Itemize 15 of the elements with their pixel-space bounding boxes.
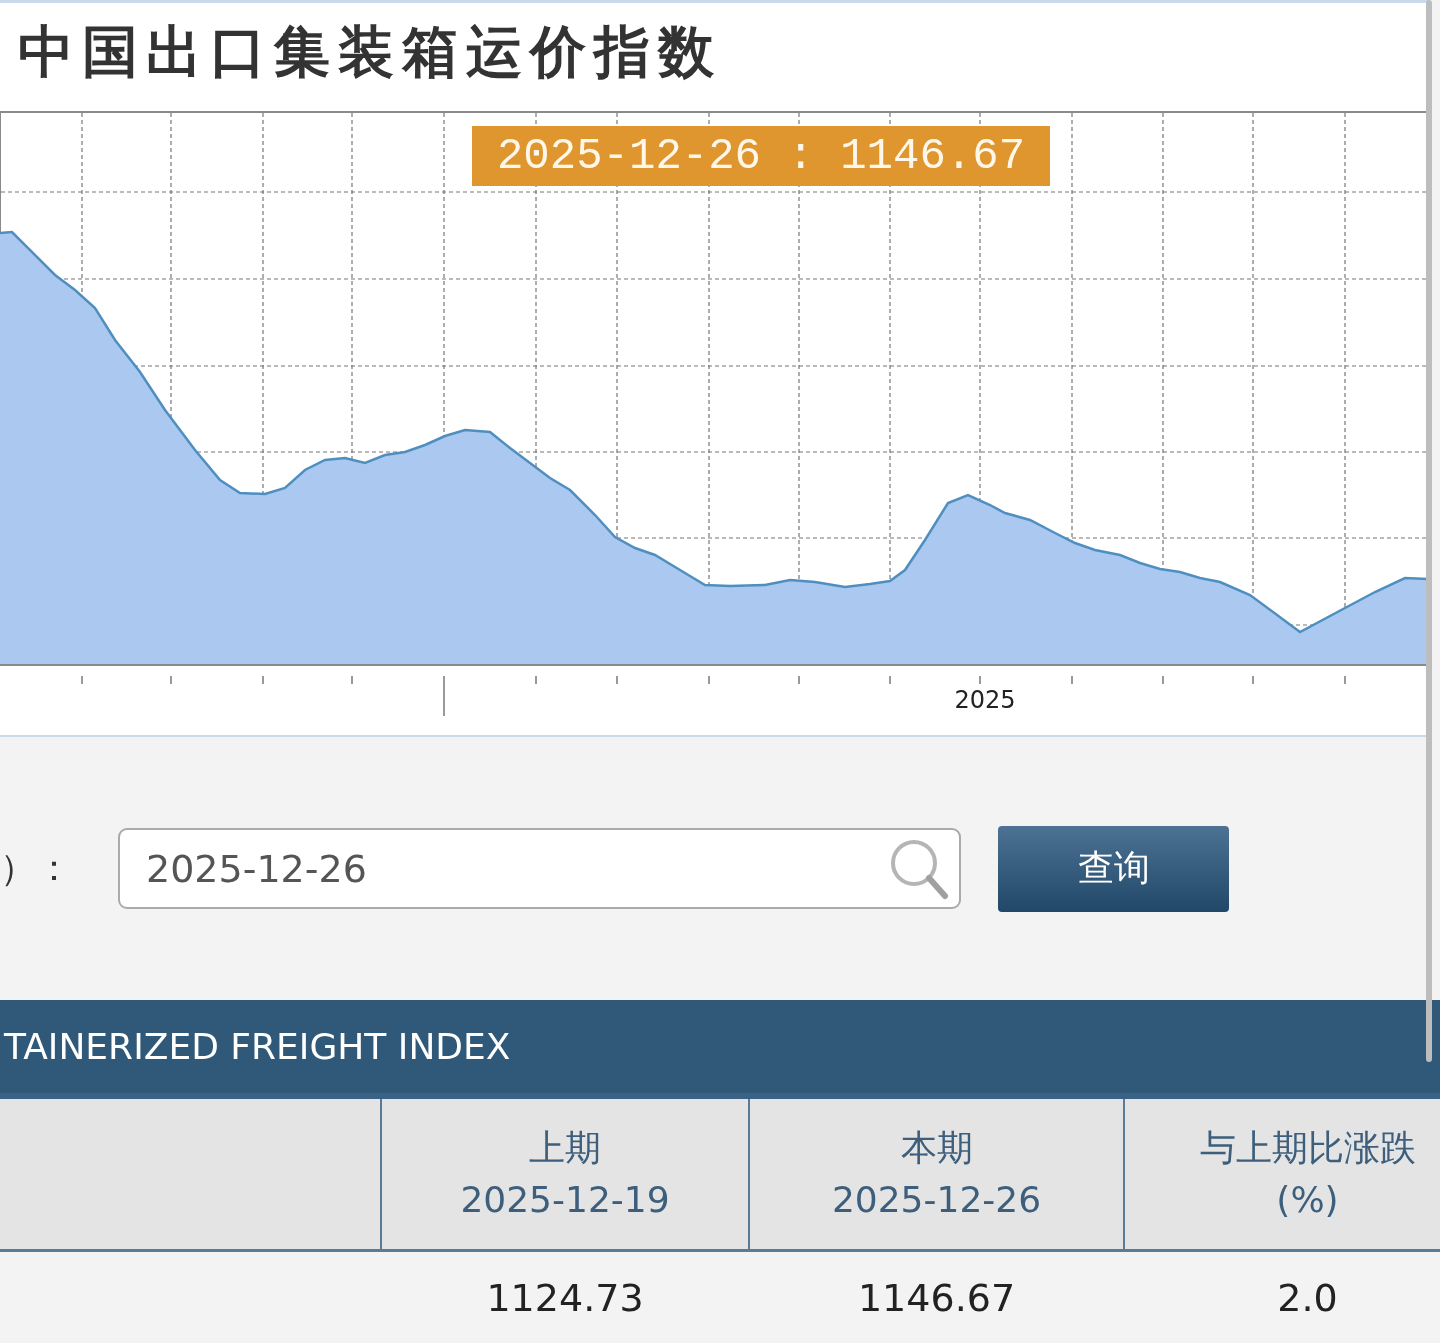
banner-title: TAINERIZED FREIGHT INDEX <box>4 1026 511 1067</box>
scrollbar[interactable] <box>1426 0 1432 1062</box>
header-cell: 与上期比涨跌 (%) <box>1123 1099 1440 1249</box>
header-cell: 上期 2025-12-19 <box>380 1099 748 1249</box>
value-tooltip: 2025-12-26 : 1146.67 <box>472 126 1050 186</box>
table-cell-text: 1146.67 <box>856 1275 1017 1322</box>
search-icon[interactable] <box>889 838 949 900</box>
date-label: ）： <box>0 846 73 890</box>
query-button[interactable]: 查询 <box>998 825 1229 912</box>
table-cell-text: 1124.73 <box>485 1275 645 1322</box>
date-field[interactable]: 2025-12-26 <box>118 828 961 909</box>
header-cell: 本期 2025-12-26 <box>748 1099 1123 1249</box>
chart-title: 中国出口集装箱运价指数 <box>17 17 723 86</box>
axis-label: 2025 <box>954 686 1016 714</box>
table-cell-text: 2.0 <box>1276 1275 1339 1322</box>
